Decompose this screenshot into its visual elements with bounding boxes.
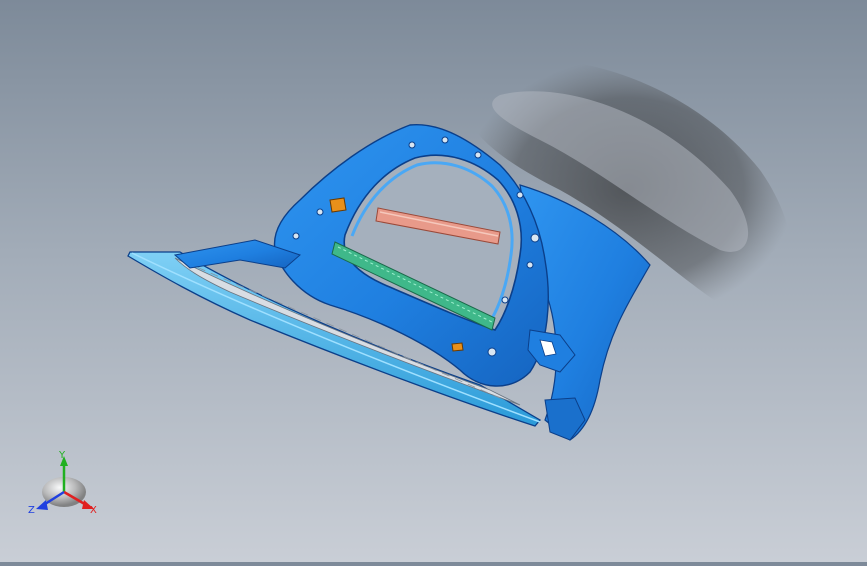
axis-x-label: X [90,505,97,516]
model-canvas[interactable] [0,0,867,562]
axis-z-label: Z [28,505,35,516]
3d-viewport[interactable]: Y X Z [0,0,867,562]
axis-y-label: Y [59,450,66,461]
axis-triad[interactable] [36,456,94,510]
